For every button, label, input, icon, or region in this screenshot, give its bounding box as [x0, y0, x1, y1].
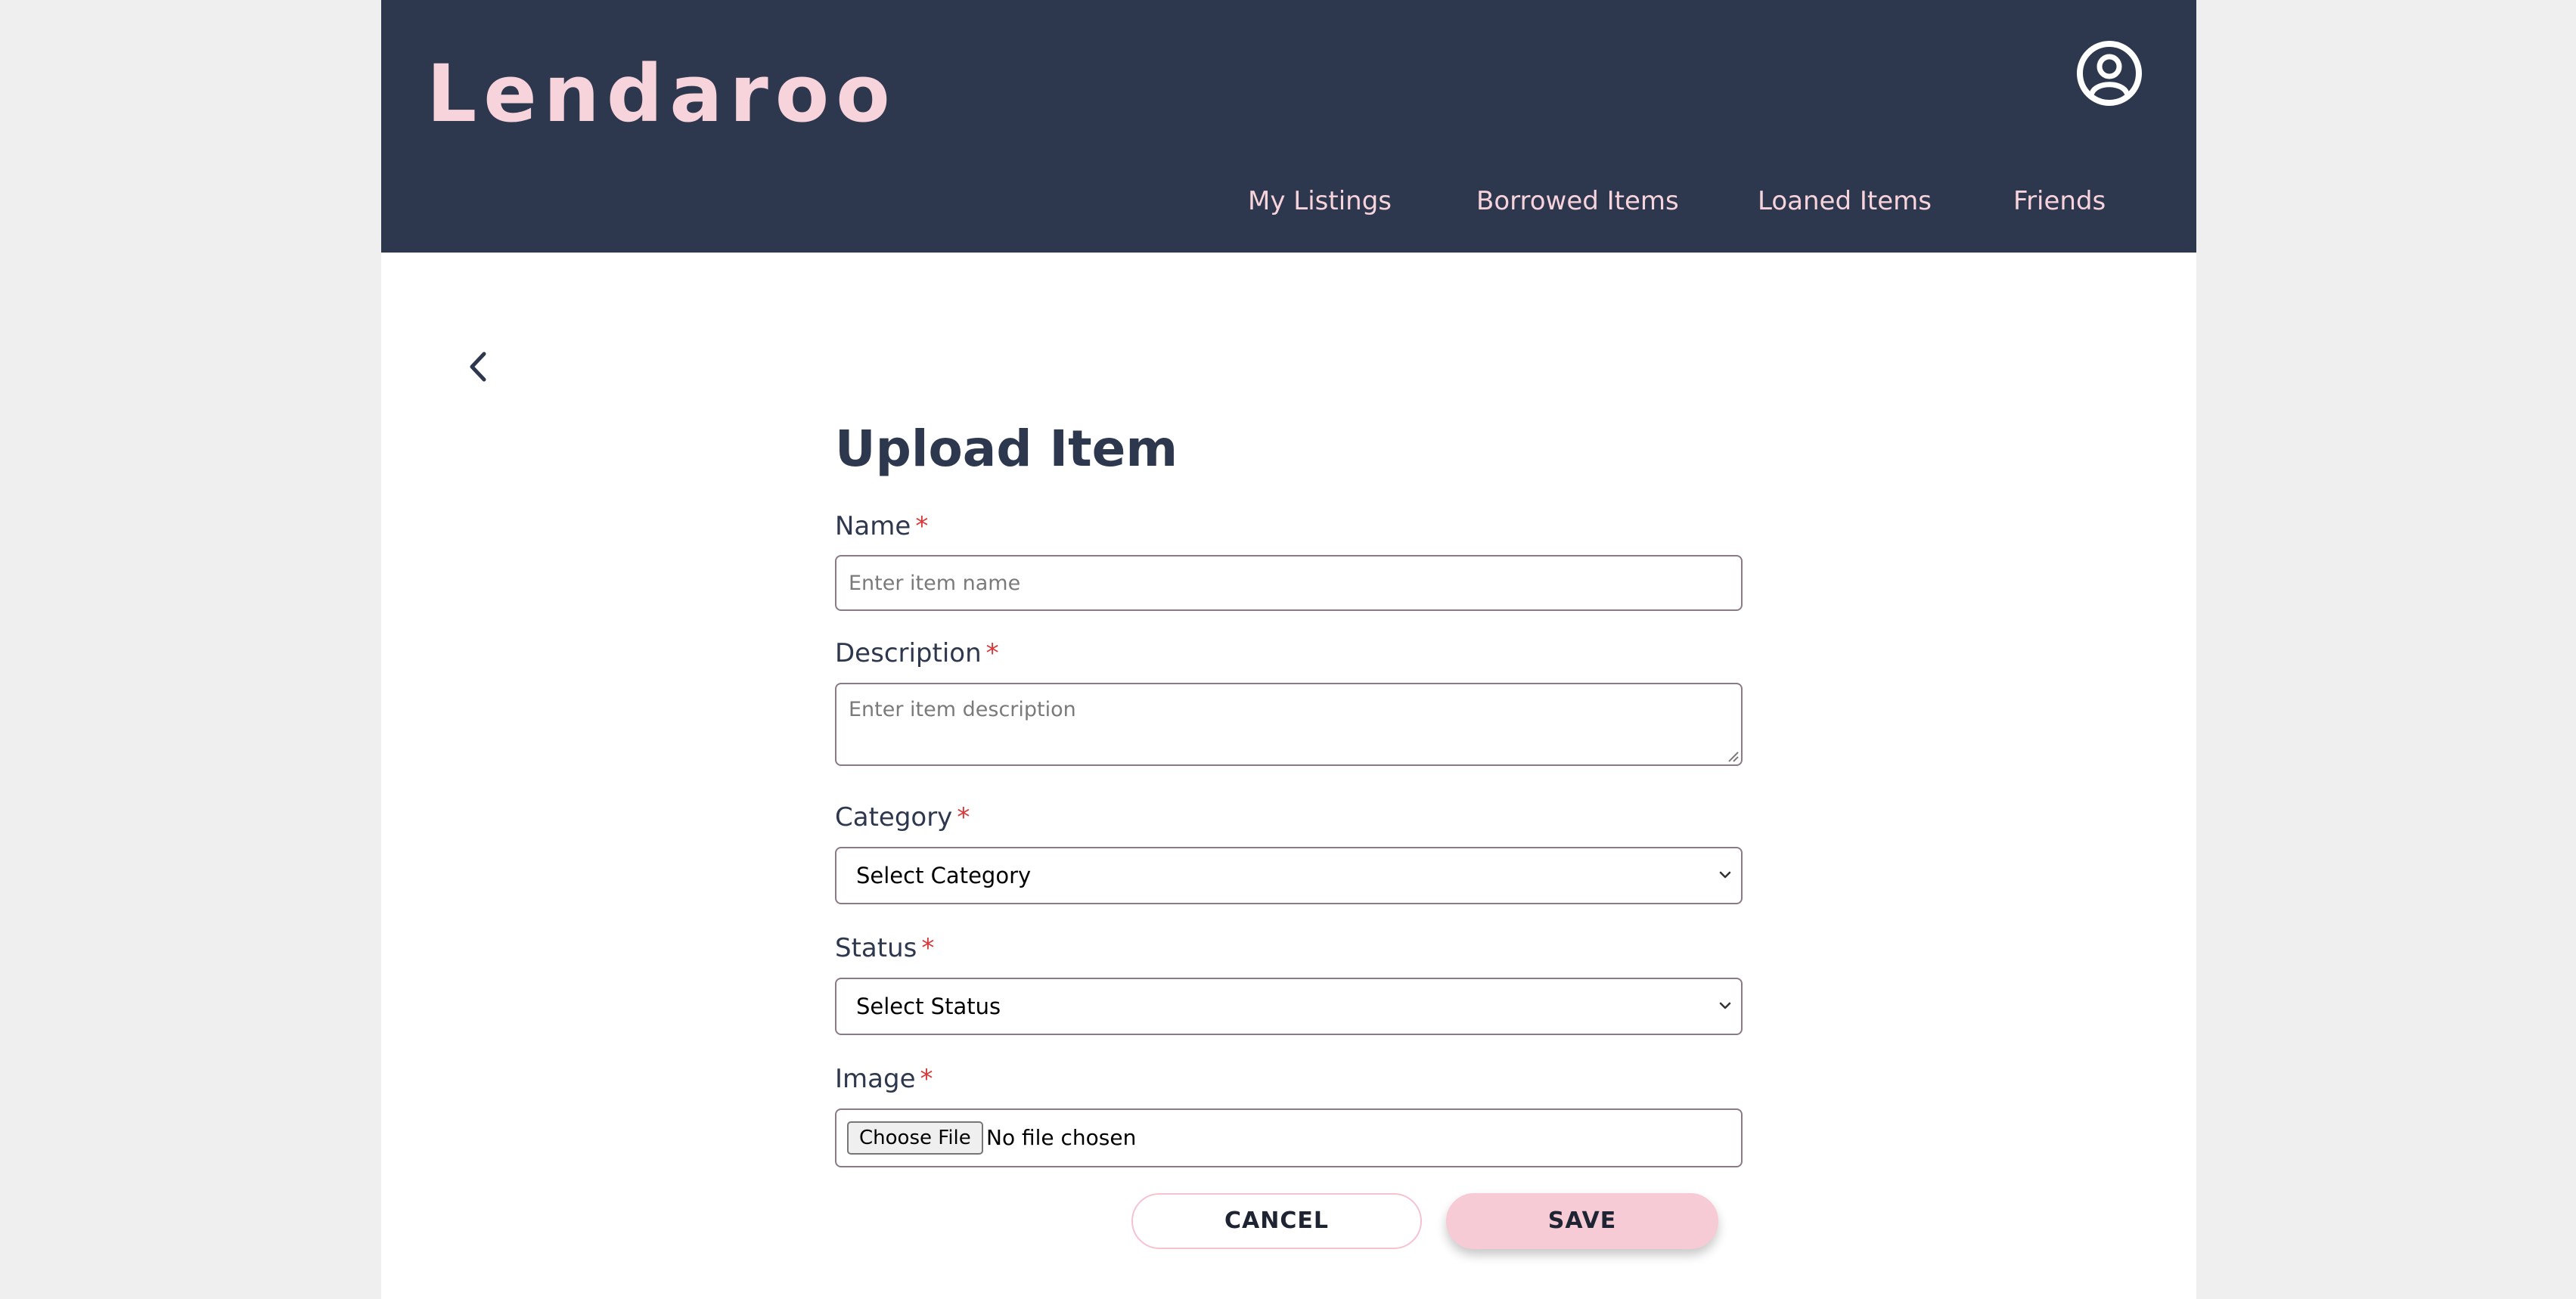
- chevron-left-icon: [470, 352, 486, 382]
- file-status-text: No file chosen: [986, 1125, 1137, 1150]
- chevron-down-icon: [1719, 1002, 1731, 1009]
- image-label-text: Image: [835, 1064, 916, 1094]
- image-file-input: Choose File No file chosen: [835, 1108, 1743, 1167]
- category-label-text: Category: [835, 802, 953, 832]
- app-logo[interactable]: Lendaroo: [427, 41, 897, 147]
- name-label: Name *: [835, 508, 928, 544]
- description-label: Description *: [835, 635, 999, 671]
- cancel-button[interactable]: CANCEL: [1131, 1193, 1422, 1249]
- back-button[interactable]: [457, 340, 502, 393]
- status-select-value: Select Status: [856, 994, 1001, 1019]
- nav-borrowed-items[interactable]: Borrowed Items: [1476, 181, 1679, 221]
- nav-loaned-items[interactable]: Loaned Items: [1758, 181, 1932, 221]
- category-select[interactable]: Select Category: [835, 847, 1743, 904]
- status-label: Status *: [835, 930, 934, 966]
- nav-friends[interactable]: Friends: [2013, 181, 2106, 221]
- description-label-text: Description: [835, 638, 982, 668]
- save-button[interactable]: SAVE: [1446, 1193, 1718, 1249]
- required-marker: *: [921, 933, 935, 963]
- page-container: Lendaroo My Listings Borrowed Items Loan…: [381, 0, 2196, 1299]
- required-marker: *: [985, 638, 999, 668]
- resize-handle-icon[interactable]: [1726, 749, 1740, 763]
- status-label-text: Status: [835, 933, 917, 963]
- required-marker: *: [957, 802, 970, 832]
- choose-file-button[interactable]: Choose File: [847, 1121, 983, 1155]
- user-circle-icon[interactable]: [2075, 39, 2143, 107]
- app-header: Lendaroo My Listings Borrowed Items Loan…: [381, 0, 2196, 253]
- nav-my-listings[interactable]: My Listings: [1248, 181, 1392, 221]
- name-label-text: Name: [835, 511, 911, 541]
- image-label: Image *: [835, 1061, 933, 1097]
- page-title: Upload Item: [835, 420, 1178, 478]
- category-label: Category *: [835, 799, 970, 836]
- description-input[interactable]: [835, 683, 1743, 766]
- required-marker: *: [920, 1064, 933, 1094]
- chevron-down-icon: [1719, 871, 1731, 879]
- status-select[interactable]: Select Status: [835, 978, 1743, 1035]
- category-select-value: Select Category: [856, 863, 1032, 888]
- name-input[interactable]: [835, 555, 1743, 611]
- required-marker: *: [915, 511, 929, 541]
